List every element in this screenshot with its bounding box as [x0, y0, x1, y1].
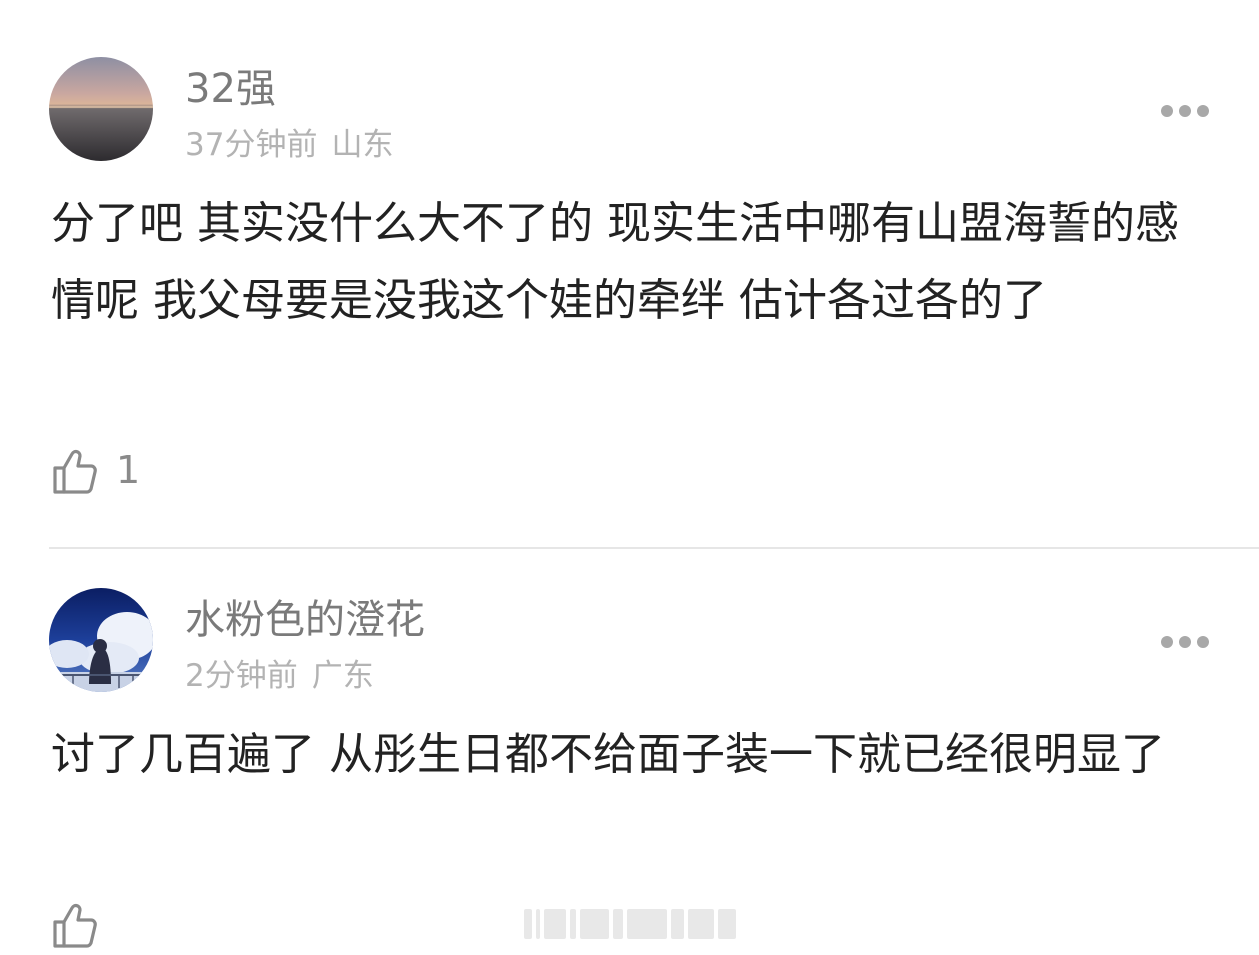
like-count: 1	[116, 448, 141, 492]
avatar[interactable]	[49, 588, 153, 692]
comment-item: 水粉色的澄花 2分钟前 广东 讨了几百遍了 从彤生日都不给面子装一下就已经很明显了	[0, 549, 1259, 955]
anime-sky-avatar	[49, 588, 153, 692]
comment-item: 32强 37分钟前 山东 分了吧 其实没什么大不了的 现实生活中哪有山盟海誓的感情…	[0, 0, 1259, 548]
thumbs-up-icon	[53, 903, 97, 948]
more-options-icon[interactable]	[1160, 103, 1210, 117]
like-button[interactable]: 1	[52, 446, 140, 496]
location: 山东	[331, 127, 394, 163]
timestamp: 37分钟前	[185, 127, 318, 163]
comment-meta: 37分钟前 山东	[185, 127, 393, 163]
thumbs-up-icon	[53, 449, 97, 494]
comment-text: 分了吧 其实没什么大不了的 现实生活中哪有山盟海誓的感情呢 我父母要是没我这个娃…	[51, 198, 1179, 326]
like-button[interactable]	[52, 900, 102, 950]
more-options-icon[interactable]	[1160, 634, 1210, 648]
location: 广东	[311, 658, 374, 694]
comment-meta: 2分钟前 广东	[185, 658, 374, 694]
timestamp: 2分钟前	[185, 658, 298, 694]
blurred-watermark	[524, 906, 736, 942]
username[interactable]: 水粉色的澄花	[185, 597, 425, 643]
avatar[interactable]	[49, 57, 153, 161]
sunset-sea-avatar	[49, 57, 153, 161]
comment-text: 讨了几百遍了 从彤生日都不给面子装一下就已经很明显了	[51, 729, 1165, 780]
username[interactable]: 32强	[185, 66, 276, 112]
